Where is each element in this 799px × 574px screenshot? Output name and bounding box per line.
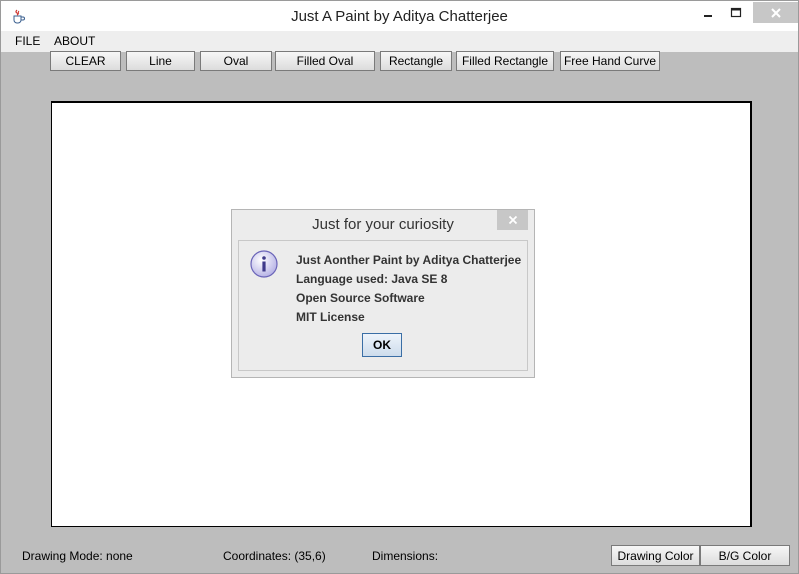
coordinates-status: Coordinates: (35,6): [223, 549, 326, 563]
oval-tool-button[interactable]: Oval: [200, 51, 272, 71]
title-bar[interactable]: Just A Paint by Aditya Chatterjee: [1, 1, 798, 31]
rectangle-tool-button[interactable]: Rectangle: [380, 51, 452, 71]
drawing-mode-status: Drawing Mode: none: [22, 549, 133, 563]
minimize-button[interactable]: [694, 2, 722, 23]
menu-about[interactable]: ABOUT: [54, 34, 95, 48]
line-tool-button[interactable]: Line: [126, 51, 195, 71]
close-icon: [770, 7, 781, 18]
info-icon: [249, 249, 279, 279]
dialog-message-line: Just Aonther Paint by Aditya Chatterjee: [296, 253, 522, 267]
menu-file[interactable]: FILE: [15, 34, 40, 48]
close-icon: [508, 215, 517, 225]
dialog-close-button[interactable]: [497, 210, 528, 230]
free-hand-curve-tool-button[interactable]: Free Hand Curve: [560, 51, 660, 71]
filled-oval-tool-button[interactable]: Filled Oval: [275, 51, 375, 71]
close-button[interactable]: [753, 2, 798, 23]
dialog-message-line: MIT License: [296, 310, 365, 324]
dialog-title: Just for your curiosity: [312, 216, 454, 233]
drawing-color-button[interactable]: Drawing Color: [611, 545, 700, 566]
ok-button[interactable]: OK: [362, 333, 402, 357]
maximize-icon: [730, 7, 741, 17]
dialog-message-line: Language used: Java SE 8: [296, 272, 448, 286]
bg-color-button[interactable]: B/G Color: [700, 545, 790, 566]
dialog-message-line: Open Source Software: [296, 291, 425, 305]
window-title: Just A Paint by Aditya Chatterjee: [291, 8, 508, 25]
maximize-button[interactable]: [722, 2, 749, 23]
minimize-icon: [704, 14, 712, 17]
app-window: Just A Paint by Aditya Chatterjee FILE A…: [0, 0, 799, 574]
clear-button[interactable]: CLEAR: [50, 51, 121, 71]
menu-bar: FILE ABOUT: [1, 31, 798, 52]
filled-rectangle-tool-button[interactable]: Filled Rectangle: [456, 51, 554, 71]
dimensions-status: Dimensions:: [372, 549, 439, 563]
